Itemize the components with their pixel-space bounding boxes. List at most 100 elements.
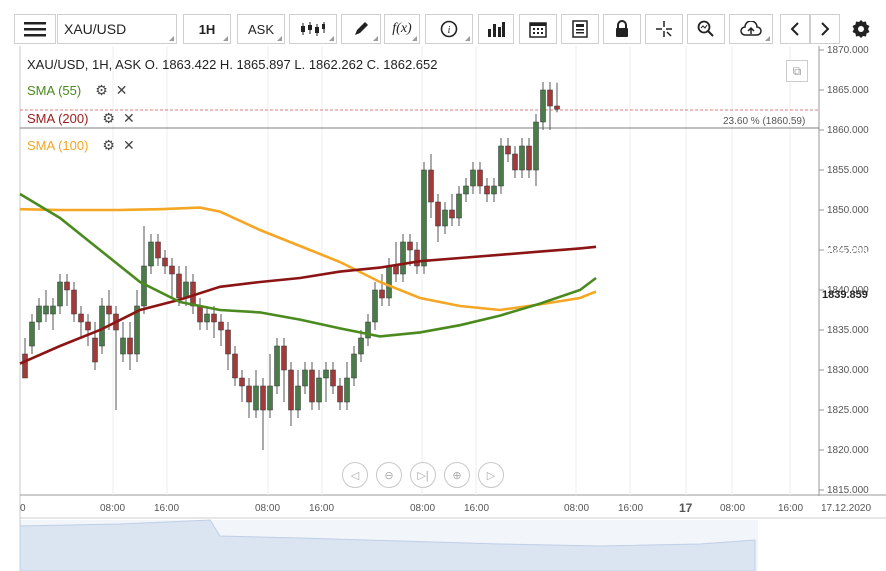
candle-body [491, 185, 497, 195]
candle-body [218, 321, 224, 331]
price-tag-value: 1839.859 [822, 288, 868, 301]
crosshair-button[interactable] [645, 14, 683, 44]
scroll-back-button[interactable]: ◁ [342, 462, 368, 488]
price-type-label: ASK [247, 21, 274, 37]
candle-body [449, 209, 455, 219]
magnifier-icon [697, 20, 714, 37]
candle-body [526, 145, 532, 171]
triangle-left-icon: ◁ [350, 469, 360, 482]
symbol-selector[interactable]: XAU/USD [57, 14, 177, 44]
candle-body [540, 89, 546, 123]
close-icon[interactable]: ✕ [123, 110, 135, 127]
candle-body [372, 289, 378, 323]
scroll-forward-button[interactable]: ▷ [478, 462, 504, 488]
candle-body [379, 289, 385, 299]
lock-icon [616, 20, 628, 37]
zoom-out-button[interactable]: ⊖ [376, 462, 402, 488]
ohlc-readout: XAU/USD, 1H, ASK O. 1863.422 H. 1865.897… [27, 57, 438, 72]
price-type-selector[interactable]: ASK [237, 14, 285, 44]
candle-body [169, 265, 175, 275]
candlestick-icon [301, 22, 325, 36]
y-axis-label: 1825.000 [827, 405, 869, 416]
function-icon: f(x) [392, 21, 412, 36]
document-icon [572, 20, 588, 38]
indicator-sma-100[interactable]: SMA (100) ⚙ ✕ [27, 137, 135, 154]
candle-body [148, 241, 154, 267]
candle-body [302, 369, 308, 387]
candle-body [477, 169, 483, 187]
x-axis-label: 17 [679, 501, 693, 515]
chart-type-button[interactable] [289, 14, 337, 44]
scroll-left-button[interactable] [780, 14, 810, 44]
zoom-in-icon: ⊕ [452, 469, 462, 482]
indicators-button[interactable]: f(x) [384, 14, 420, 44]
zoom-button[interactable] [687, 14, 725, 44]
y-axis-label: 1835.000 [827, 325, 869, 336]
bar-chart-icon [488, 22, 505, 37]
candle-body [344, 377, 350, 403]
candle-body [407, 241, 413, 251]
candle-body [239, 377, 245, 387]
info-icon: i [440, 20, 458, 38]
x-axis-label: 08:00 [255, 503, 281, 514]
gear-icon[interactable]: ⚙ [95, 82, 108, 99]
calendar-icon [529, 22, 547, 38]
y-axis-label: 1820.000 [827, 445, 869, 456]
zoom-in-button[interactable]: ⊕ [444, 462, 470, 488]
timeframe-selector[interactable]: 1H [183, 14, 231, 44]
triangle-right-icon: ▷ [486, 469, 496, 482]
indicator-sma-55[interactable]: SMA (55) ⚙ ✕ [27, 82, 127, 99]
candle-body [316, 377, 322, 403]
chevron-right-icon [821, 22, 830, 36]
candle-body [78, 313, 84, 323]
symbol-label: XAU/USD [64, 21, 127, 37]
reset-view-button[interactable]: ▷| [410, 462, 436, 488]
candle-body [435, 201, 441, 227]
x-axis-label: 16:00 [464, 503, 490, 514]
candle-body [337, 385, 343, 403]
indicator-sma-200[interactable]: SMA (200) ⚙ ✕ [27, 110, 135, 127]
candle-body [246, 385, 252, 403]
candle-body [288, 369, 294, 411]
calendar-button[interactable] [519, 14, 557, 44]
candle-body [22, 353, 28, 379]
cloud-save-button[interactable] [729, 14, 773, 44]
volume-button[interactable] [478, 14, 514, 44]
news-button[interactable] [561, 14, 599, 44]
info-button[interactable]: i [425, 14, 473, 44]
candle-body [428, 169, 434, 203]
candle-body [85, 321, 91, 331]
candle-body [162, 257, 168, 267]
candle-body [456, 193, 462, 219]
candle-body [533, 121, 539, 171]
y-axis-label: 1815.000 [827, 485, 869, 496]
gear-icon[interactable]: ⚙ [102, 137, 115, 154]
candle-body [127, 337, 133, 355]
navigator-handle[interactable] [20, 520, 758, 571]
settings-button[interactable] [845, 14, 877, 44]
price-tag-value: 1841.884 [822, 272, 868, 285]
lock-button[interactable] [603, 14, 641, 44]
close-icon[interactable]: ✕ [123, 137, 135, 154]
draw-tool-button[interactable] [341, 14, 381, 44]
close-icon[interactable]: ✕ [116, 82, 128, 99]
candle-body [393, 265, 399, 275]
candle-body [183, 281, 189, 299]
maximize-button[interactable]: ⧉ [786, 60, 808, 82]
pencil-icon [355, 22, 368, 35]
candle-body [463, 185, 469, 195]
hamburger-icon [24, 22, 46, 37]
x-axis-date-label: 17.12.2020 [821, 503, 872, 514]
skip-end-icon: ▷| [417, 469, 429, 482]
scroll-right-button[interactable] [810, 14, 840, 44]
candle-body [267, 385, 273, 411]
svg-text:i: i [448, 25, 451, 36]
menu-button[interactable] [14, 14, 56, 44]
candle-body [470, 169, 476, 187]
candle-body [29, 321, 35, 347]
candle-body [253, 385, 259, 411]
gear-icon[interactable]: ⚙ [102, 110, 115, 127]
candle-body [386, 265, 392, 299]
candle-body [442, 209, 448, 227]
timeframe-label: 1H [198, 21, 216, 37]
